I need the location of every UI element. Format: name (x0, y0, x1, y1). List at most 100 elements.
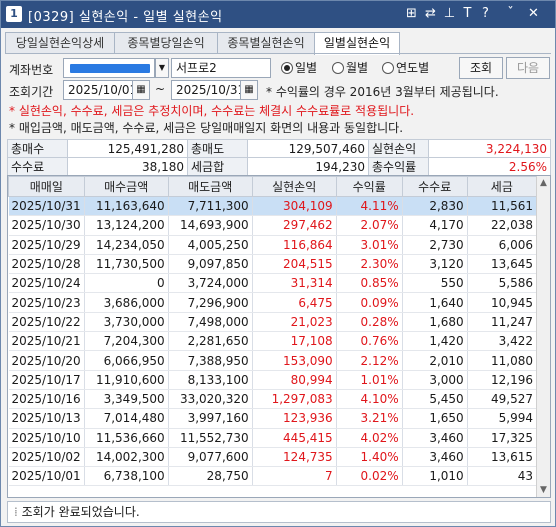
tab-item-daily-pnl[interactable]: 종목별당일손익 (114, 32, 218, 54)
status-message: 조회가 완료되었습니다. (21, 505, 140, 519)
tab-daily-realized-pnl[interactable]: 일별실현손익 (314, 32, 400, 55)
table-row[interactable]: 2025/10/28 11,730,500 9,097,850 204,515 2.30… (8, 254, 538, 275)
cell-fee: 1,680 (402, 312, 468, 333)
col-trade-date[interactable]: 매매일 (8, 176, 85, 197)
radio-yearly-label: 연도별 (396, 61, 430, 75)
cell-sell-amount: 9,097,850 (168, 254, 253, 275)
total-rate-label: 총수익률 (368, 157, 429, 176)
date-separator: ~ (155, 82, 166, 96)
calendar-icon[interactable]: ▦ (240, 80, 258, 100)
table-row[interactable]: 2025/10/10 11,536,660 11,552,730 445,415 4.0… (8, 428, 538, 448)
cell-tax: 6,006 (467, 235, 538, 255)
account-number-field[interactable] (63, 58, 155, 78)
close-icon[interactable]: ✕ (525, 5, 542, 23)
cell-return-rate: 2.30% (336, 254, 403, 275)
cell-trade-date: 2025/10/23 (8, 292, 85, 313)
total-rate-value: 2.56% (428, 157, 551, 176)
cell-buy-amount: 3,730,000 (84, 312, 169, 333)
tab-daily-realized-detail[interactable]: 당일실현손익상세 (5, 32, 115, 54)
account-name-field[interactable]: 서프로2 (171, 58, 271, 78)
end-date-field[interactable]: 2025/10/31 (171, 80, 245, 100)
col-fee[interactable]: 수수료 (401, 176, 468, 197)
cell-return-rate: 0.09% (336, 292, 403, 313)
cell-tax: 11,080 (467, 350, 538, 371)
scroll-down-icon[interactable]: ▼ (537, 483, 550, 497)
cell-trade-date: 2025/10/20 (8, 350, 85, 371)
tab-bar: 당일실현손익상세 종목별당일손익 종목별실현손익 일별실현손익 (5, 32, 553, 55)
table-row[interactable]: 2025/10/20 6,066,950 7,388,950 153,090 2.12%… (8, 350, 538, 371)
window-number-badge: 1 (6, 6, 22, 22)
cell-sell-amount: 3,997,160 (168, 408, 253, 429)
account-dropdown-button[interactable]: ▼ (155, 58, 169, 78)
table-row[interactable]: 2025/10/23 3,686,000 7,296,900 6,475 0.09% 1,… (8, 292, 538, 313)
cell-trade-date: 2025/10/29 (8, 235, 85, 255)
rate-note: * 수익률의 경우 2016년 3월부터 제공됩니다. (266, 85, 499, 99)
table-row[interactable]: 2025/10/30 13,124,200 14,693,900 297,462 2.0… (8, 215, 538, 236)
cell-buy-amount: 14,002,300 (84, 447, 169, 468)
cell-sell-amount: 2,281,650 (168, 331, 253, 352)
cell-trade-date: 2025/10/16 (8, 389, 85, 410)
cell-trade-date: 2025/10/21 (8, 331, 85, 352)
table-row[interactable]: 2025/10/21 7,204,300 2,281,650 17,108 0.76% 1… (8, 331, 538, 352)
daily-pnl-grid[interactable]: 매매일 매수금액 매도금액 실현손익 수익률 수수료 세금 2025/10/31… (7, 175, 551, 498)
cell-sell-amount: 7,388,950 (168, 350, 253, 371)
col-tax[interactable]: 세금 (466, 176, 538, 197)
table-row[interactable]: 2025/10/31 11,163,640 7,711,300 304,109 4.11… (8, 196, 538, 217)
table-row[interactable]: 2025/10/22 3,730,000 7,498,000 21,023 0.28% 1… (8, 312, 538, 333)
font-size-icon[interactable]: T (459, 5, 476, 23)
cell-fee: 3,000 (402, 370, 468, 390)
cell-buy-amount: 3,349,500 (84, 389, 169, 410)
next-button[interactable]: 다음 (506, 57, 550, 79)
cell-realized-pnl: 116,864 (252, 235, 337, 255)
grid-icon[interactable]: ⊞ (403, 5, 420, 23)
status-icon: ⁞ (14, 505, 22, 519)
cell-return-rate: 0.02% (336, 466, 403, 487)
minimize-icon[interactable]: ˇ (502, 5, 519, 23)
cell-fee: 3,460 (402, 447, 468, 468)
start-date-field[interactable]: 2025/10/01 (63, 80, 137, 100)
help-icon[interactable]: ? (477, 5, 494, 23)
query-button[interactable]: 조회 (459, 57, 503, 79)
cell-trade-date: 2025/10/13 (8, 408, 85, 429)
radio-monthly[interactable]: 월별 (332, 59, 368, 77)
vertical-scrollbar[interactable]: ▲ ▼ (536, 176, 550, 497)
radio-daily[interactable]: 일별 (281, 59, 317, 77)
table-row[interactable]: 2025/10/01 6,738,100 28,750 7 0.02% 1,010 43 (8, 466, 538, 487)
table-row[interactable]: 2025/10/29 14,234,050 4,005,250 116,864 3.01… (8, 235, 538, 255)
cell-fee: 2,730 (402, 235, 468, 255)
calendar-icon[interactable]: ▦ (132, 80, 150, 100)
total-buy-label: 총매수 (7, 139, 68, 158)
col-buy-amount[interactable]: 매수금액 (83, 176, 169, 197)
col-return-rate[interactable]: 수익률 (335, 176, 403, 197)
link-icon[interactable]: ⇄ (422, 5, 439, 23)
table-row[interactable]: 2025/10/02 14,002,300 9,077,600 124,735 1.40… (8, 447, 538, 468)
cell-realized-pnl: 21,023 (252, 312, 337, 333)
cell-sell-amount: 33,020,320 (168, 389, 253, 410)
cell-return-rate: 1.01% (336, 370, 403, 390)
cell-tax: 17,325 (467, 428, 538, 448)
radio-yearly[interactable]: 연도별 (382, 59, 429, 77)
cell-sell-amount: 14,693,900 (168, 215, 253, 236)
cell-fee: 1,640 (402, 292, 468, 313)
pin-icon[interactable]: ⊥ (441, 5, 458, 23)
cell-return-rate: 0.76% (336, 331, 403, 352)
table-row[interactable]: 2025/10/13 7,014,480 3,997,160 123,936 3.21%… (8, 408, 538, 429)
col-realized-pnl[interactable]: 실현손익 (251, 176, 337, 197)
cell-realized-pnl: 1,297,083 (252, 389, 337, 410)
cell-realized-pnl: 204,515 (252, 254, 337, 275)
cell-tax: 49,527 (467, 389, 538, 410)
cell-return-rate: 0.28% (336, 312, 403, 333)
cell-fee: 5,450 (402, 389, 468, 410)
tab-item-realized-pnl[interactable]: 종목별실현손익 (217, 32, 315, 54)
cell-buy-amount: 11,910,600 (84, 370, 169, 390)
total-sell-label: 총매도 (187, 139, 248, 158)
table-row[interactable]: 2025/10/16 3,349,500 33,020,320 1,297,083 4.… (8, 389, 538, 410)
table-row[interactable]: 2025/10/17 11,910,600 8,133,100 80,994 1.01%… (8, 370, 538, 390)
table-row[interactable]: 2025/10/24 0 3,724,000 31,314 0.85% 550 5,586 (8, 273, 538, 294)
cell-trade-date: 2025/10/01 (8, 466, 85, 487)
cell-fee: 3,460 (402, 428, 468, 448)
cell-buy-amount: 14,234,050 (84, 235, 169, 255)
col-sell-amount[interactable]: 매도금액 (167, 176, 253, 197)
scroll-up-icon[interactable]: ▲ (537, 176, 550, 190)
cell-tax: 5,586 (467, 273, 538, 294)
